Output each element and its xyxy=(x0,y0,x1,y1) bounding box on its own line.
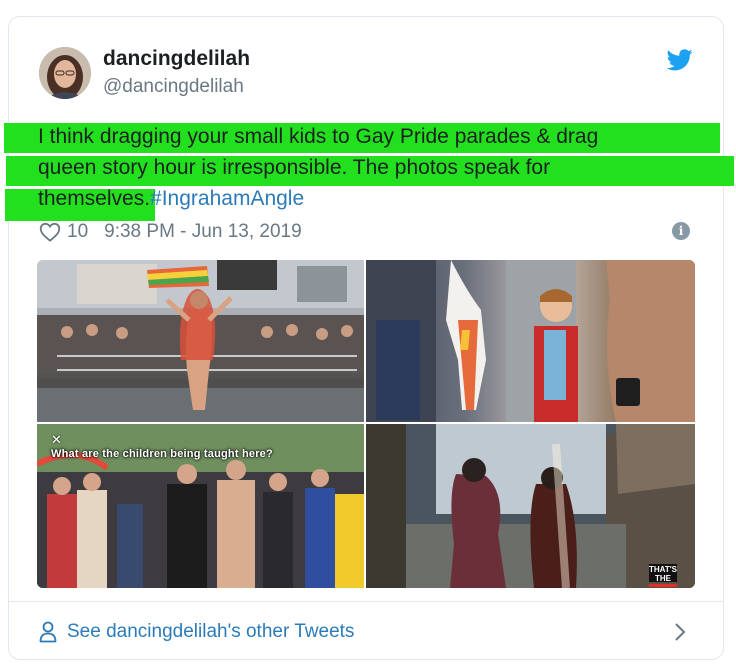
tweet-text: I think dragging your small kids to Gay … xyxy=(38,121,698,214)
like-count[interactable]: 10 xyxy=(67,221,88,243)
info-icon[interactable]: i xyxy=(672,222,690,240)
watermark-line: THE xyxy=(655,574,671,583)
photo-parade-performer[interactable] xyxy=(37,260,364,422)
footer-divider xyxy=(9,601,723,602)
news-watermark-logo: THAT'S THE xyxy=(649,564,677,587)
photo-parade-performer-art xyxy=(37,260,364,422)
photo-child-at-parade[interactable] xyxy=(366,260,695,422)
see-other-tweets-link[interactable]: See dancingdelilah's other Tweets xyxy=(39,617,354,647)
twitter-bird-icon[interactable] xyxy=(667,49,693,71)
see-other-tweets-label[interactable]: See dancingdelilah's other Tweets xyxy=(67,621,354,643)
tweet-text-line: queen story hour is irresponsible. The p… xyxy=(38,156,551,179)
avatar[interactable] xyxy=(39,47,91,99)
tweet-text-line: themselves.#IngrahamAngle xyxy=(38,183,698,214)
close-icon: ✕ xyxy=(51,432,62,447)
photo-street-scene-art xyxy=(366,424,695,588)
avatar-image xyxy=(39,47,91,99)
media-grid: ✕ What are the children being taught her… xyxy=(37,260,695,588)
photo-child-at-parade-art xyxy=(366,260,695,422)
photo-caption-overlay: What are the children being taught here? xyxy=(51,448,273,460)
tweet-text-line: I think dragging your small kids to Gay … xyxy=(38,125,599,148)
tweet-timestamp[interactable]: 9:38 PM - Jun 13, 2019 xyxy=(104,221,302,243)
tweet-card: dancingdelilah @dancingdelilah I think d… xyxy=(4,16,734,660)
person-icon xyxy=(39,621,57,643)
heart-icon[interactable] xyxy=(39,222,61,242)
watermark-bar xyxy=(649,584,677,587)
photo-crowd-overlay[interactable]: ✕ What are the children being taught her… xyxy=(37,424,364,588)
photo-street-scene[interactable]: THAT'S THE xyxy=(366,424,695,588)
chevron-right-icon[interactable] xyxy=(673,621,687,643)
hashtag-link[interactable]: #IngrahamAngle xyxy=(150,187,304,210)
user-handle[interactable]: @dancingdelilah xyxy=(103,76,244,98)
display-name[interactable]: dancingdelilah xyxy=(103,47,250,71)
tweet-meta: 10 9:38 PM - Jun 13, 2019 xyxy=(39,219,302,245)
watermark-line: THAT'S xyxy=(649,565,677,574)
tweet-text-fragment: themselves. xyxy=(38,187,151,210)
